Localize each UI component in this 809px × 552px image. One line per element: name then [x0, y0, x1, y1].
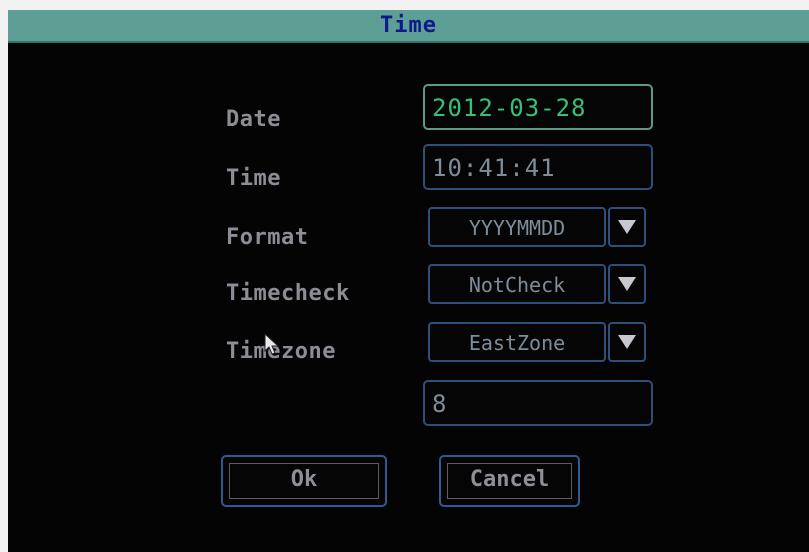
time-settings-screen: Time Date 2012-03-28 Time 10:41:41 Forma… — [8, 10, 809, 552]
time-field[interactable]: 10:41:41 — [423, 144, 653, 190]
triangle-down-icon — [618, 220, 636, 234]
dialog-title: Time — [380, 13, 437, 38]
zone-offset-field[interactable]: 8 — [423, 380, 653, 426]
timezone-label: Timezone — [226, 339, 336, 364]
format-select[interactable]: YYYYMMDD — [428, 207, 606, 247]
ok-button[interactable]: Ok — [221, 455, 387, 507]
mouse-pointer-icon — [264, 333, 280, 355]
triangle-down-icon — [618, 277, 636, 291]
ok-button-label: Ok — [290, 467, 318, 492]
date-field[interactable]: 2012-03-28 — [423, 84, 653, 130]
format-label: Format — [226, 225, 309, 250]
timezone-select[interactable]: EastZone — [428, 322, 606, 362]
triangle-down-icon — [618, 335, 636, 349]
timecheck-select[interactable]: NotCheck — [428, 264, 606, 304]
timezone-dropdown-button[interactable] — [608, 322, 646, 362]
title-bar: Time — [8, 10, 809, 43]
cancel-button-label: Cancel — [469, 467, 550, 492]
format-dropdown-button[interactable] — [608, 207, 646, 247]
timecheck-value: NotCheck — [468, 273, 566, 297]
time-value: 10:41:41 — [432, 154, 556, 182]
date-value: 2012-03-28 — [432, 94, 587, 122]
zone-offset-value: 8 — [432, 390, 448, 418]
format-value: YYYYMMDD — [468, 216, 566, 240]
cancel-button[interactable]: Cancel — [439, 455, 580, 507]
time-label: Time — [226, 166, 281, 191]
date-label: Date — [226, 107, 281, 132]
timecheck-label: Timecheck — [226, 281, 350, 306]
timecheck-dropdown-button[interactable] — [608, 264, 646, 304]
timezone-value: EastZone — [468, 331, 566, 355]
